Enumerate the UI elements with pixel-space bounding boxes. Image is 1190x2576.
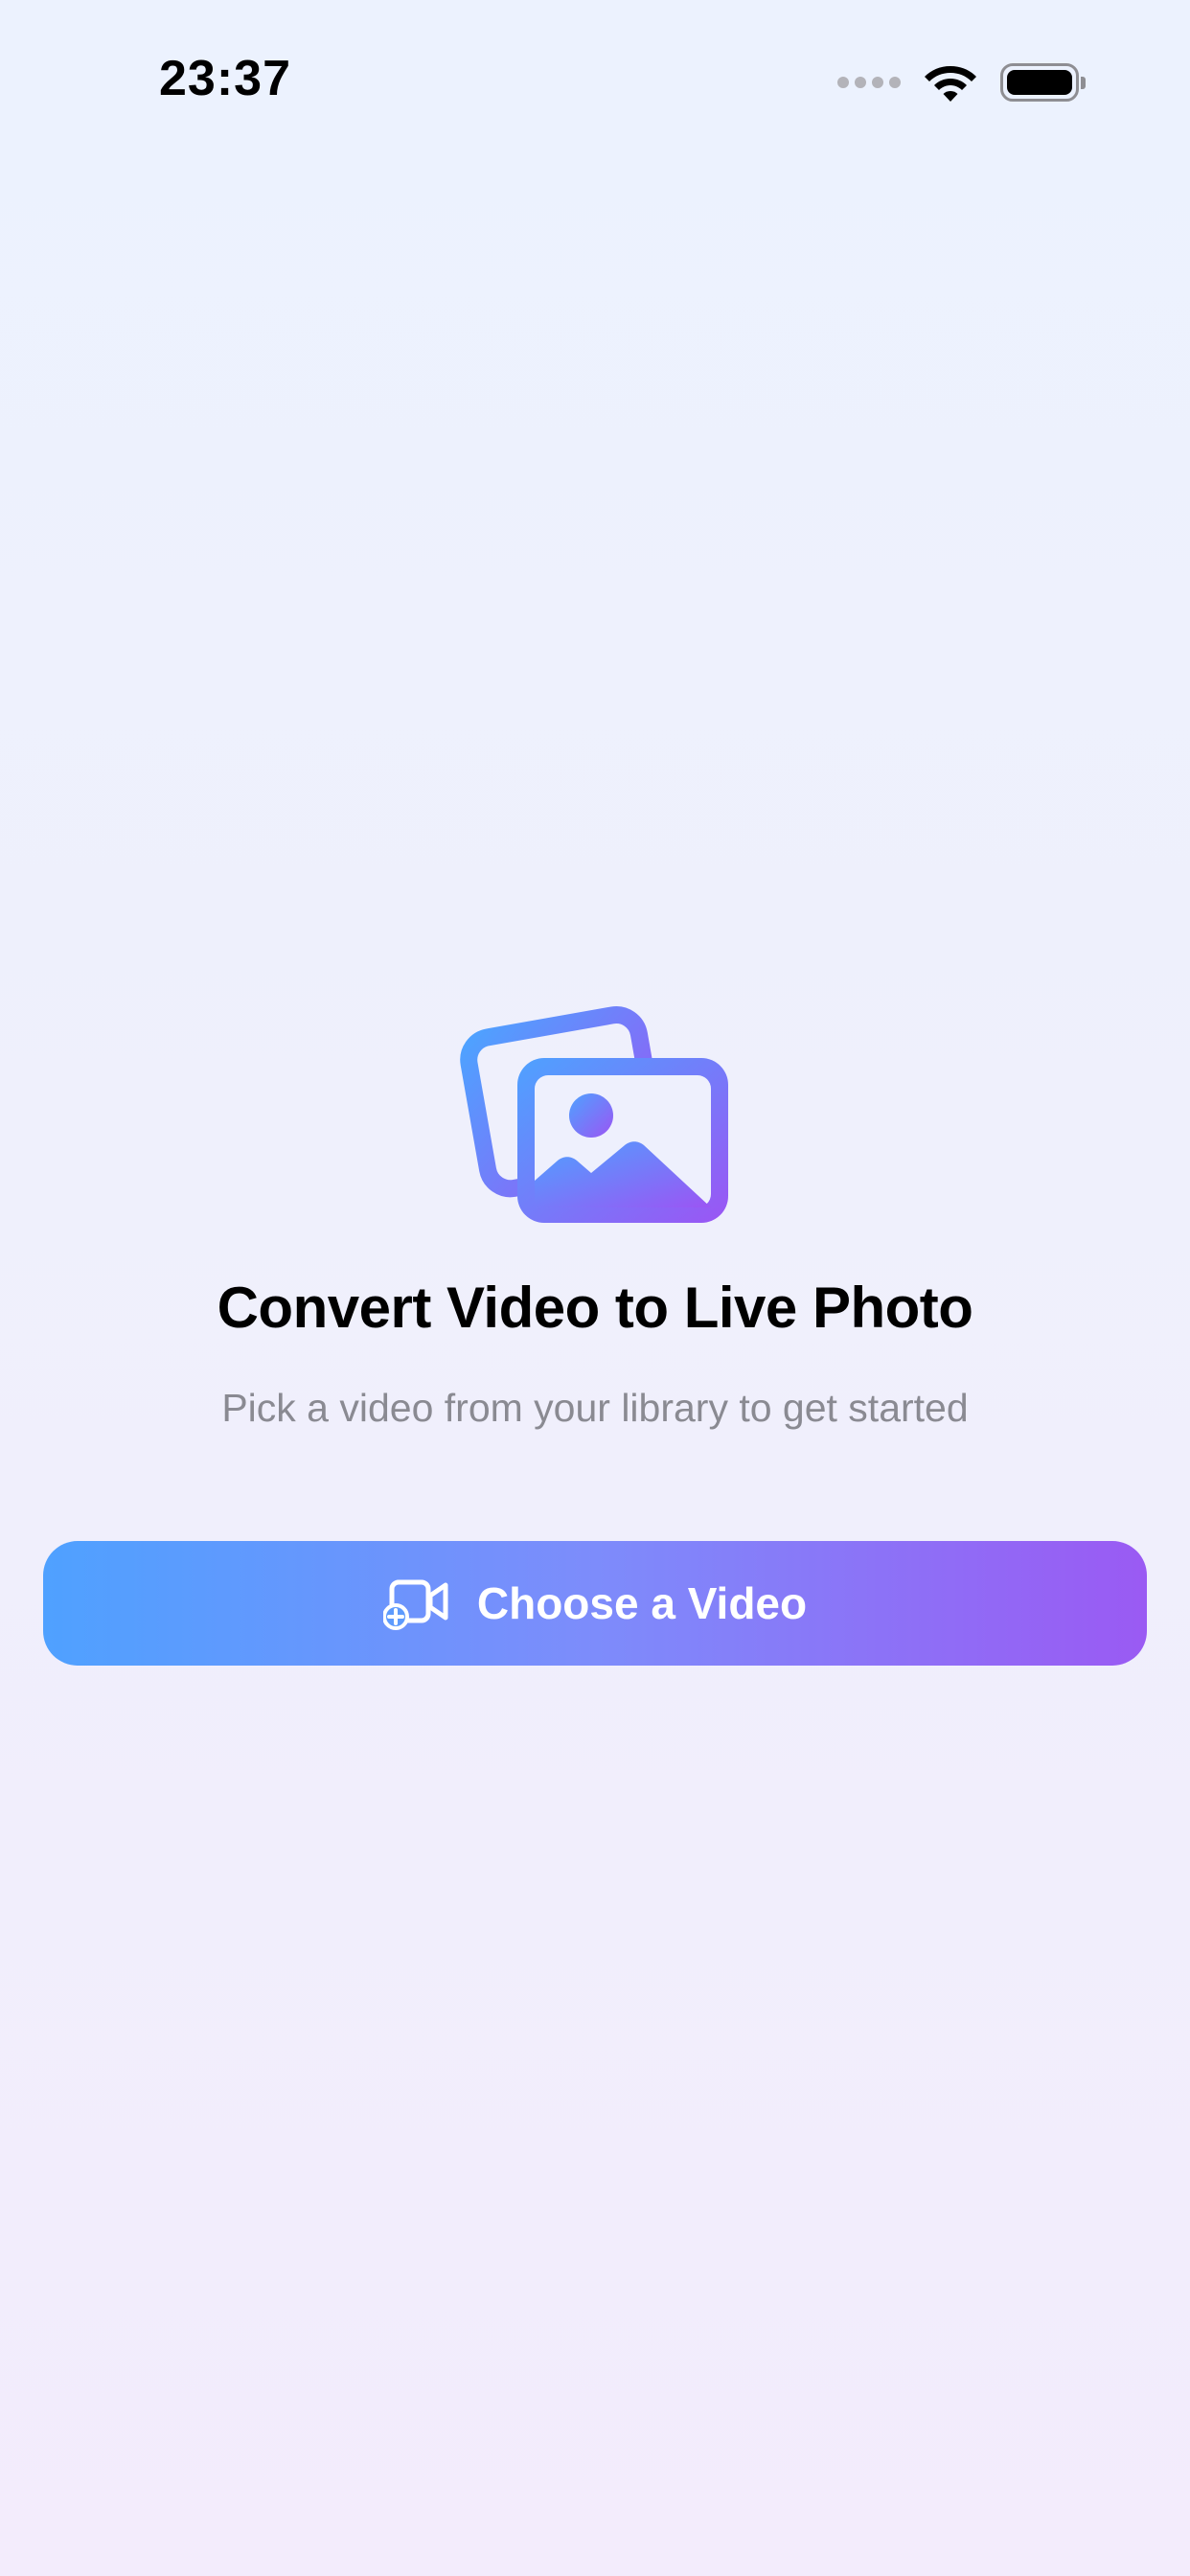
page-subtitle: Pick a video from your library to get st… xyxy=(221,1386,969,1430)
photo-stack-icon xyxy=(460,1006,728,1223)
status-time: 23:37 xyxy=(159,51,291,106)
video-add-icon xyxy=(382,1579,448,1630)
choose-video-button[interactable]: Choose a Video xyxy=(43,1541,1147,1666)
status-icons xyxy=(837,61,1086,104)
page-title: Convert Video to Live Photo xyxy=(217,1276,973,1340)
battery-icon xyxy=(1000,63,1086,102)
signal-icon xyxy=(837,77,901,88)
wifi-icon xyxy=(925,66,976,102)
status-bar: 23:37 xyxy=(0,0,1190,163)
choose-video-label: Choose a Video xyxy=(476,1578,808,1628)
